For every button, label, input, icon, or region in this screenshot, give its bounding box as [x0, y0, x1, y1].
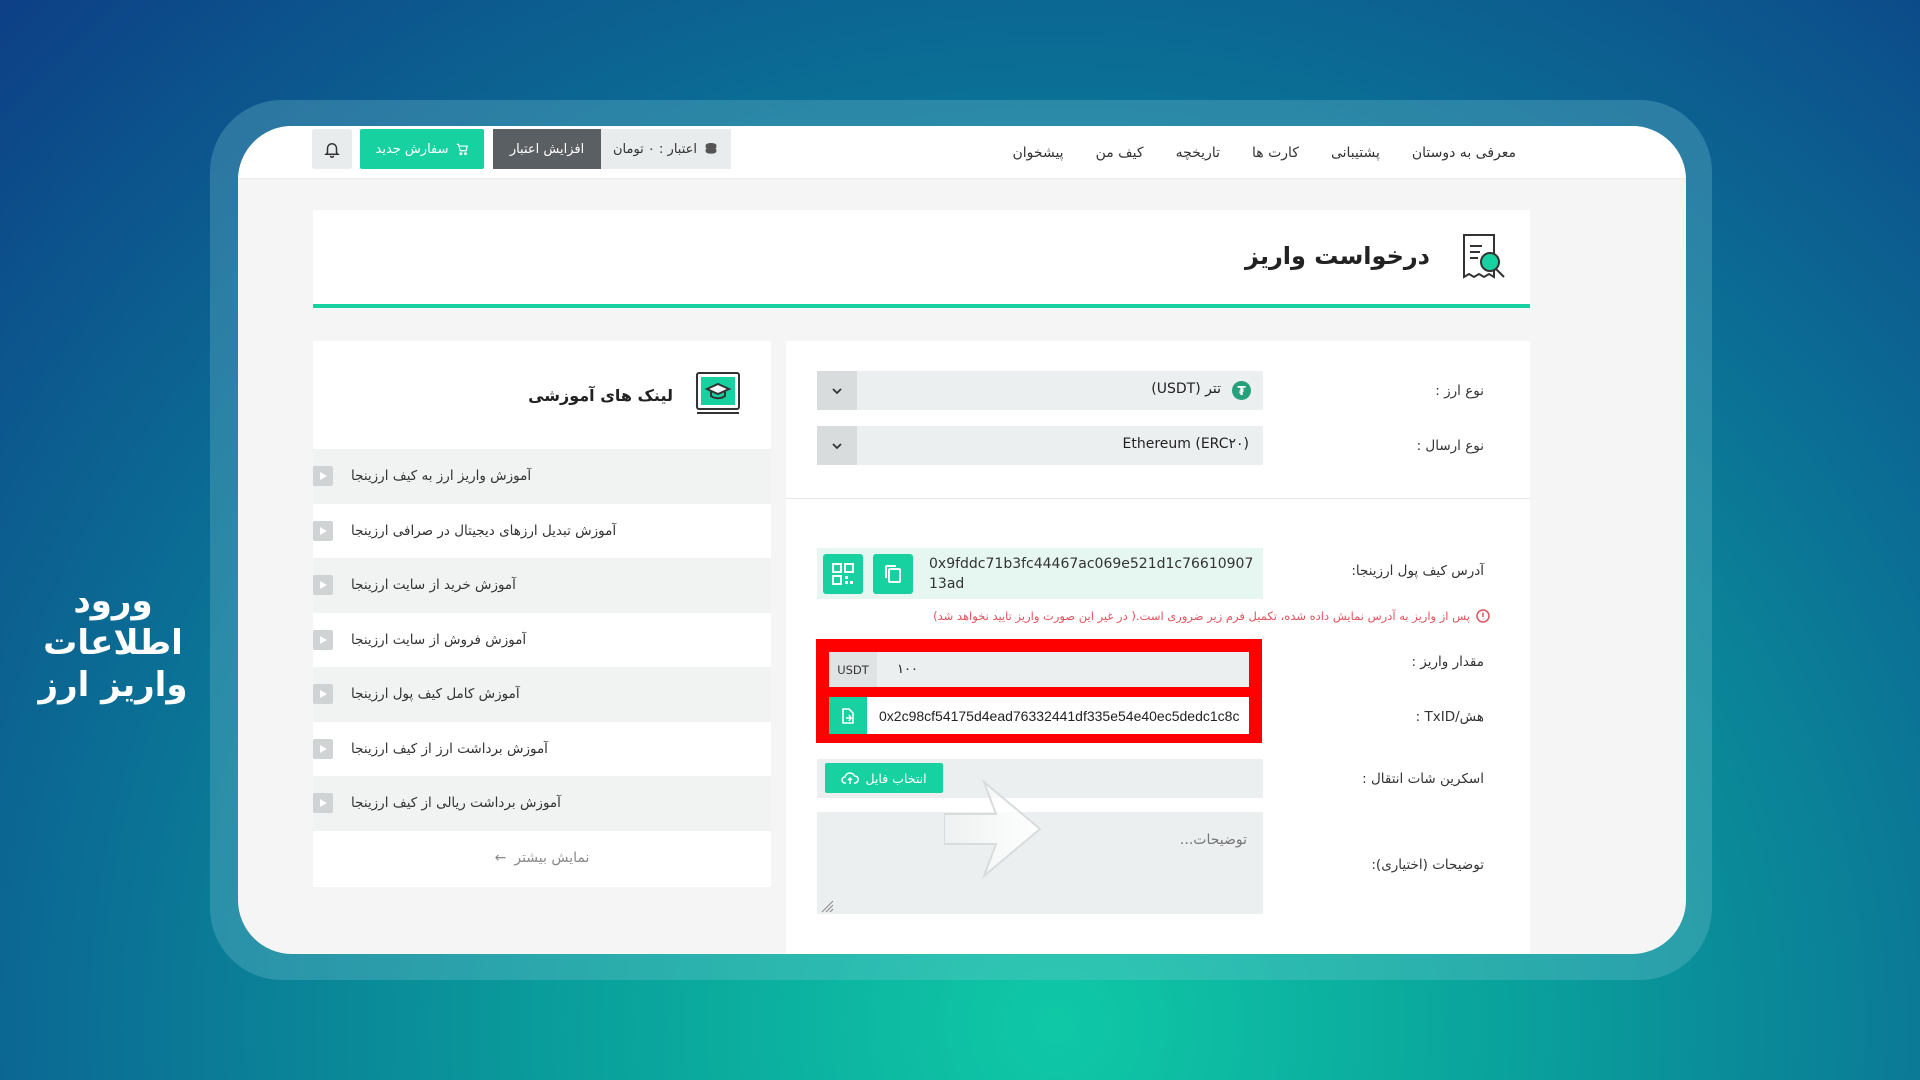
tutorial-link[interactable]: آموزش تبدیل ارزهای دیجیتال در صرافی ارزی…: [313, 504, 771, 559]
play-icon: [313, 466, 333, 487]
network-label: نوع ارسال :: [1416, 438, 1484, 454]
top-nav: پیشخوان کیف من تاریخچه کارت ها پشتیبانی …: [238, 126, 1686, 179]
tutorial-link[interactable]: آموزش خرید از سایت ارزینجا: [313, 558, 771, 613]
bell-icon: [324, 143, 340, 158]
copy-address-button[interactable]: [873, 554, 913, 594]
tutorial-links-panel: لینک های آموزشی آموزش واریز ارز به کیف ا…: [313, 341, 771, 887]
form-divider: [786, 498, 1530, 499]
cart-icon: [456, 143, 468, 156]
show-more-link[interactable]: نمایش بیشتر ←: [313, 831, 771, 885]
wallet-address-text: 0x9fddc71b3fc44467ac069e521d1c7661090713…: [929, 556, 1254, 592]
nav-referral[interactable]: معرفی به دوستان: [1412, 145, 1516, 161]
txid-label: هش/TxID :: [1415, 709, 1484, 725]
alert-circle-icon: [1476, 609, 1490, 623]
network-select[interactable]: Ethereum (ERC۲۰): [817, 426, 1263, 465]
wallet-address-box: 0x9fddc71b3fc44467ac069e521d1c7661090713…: [817, 548, 1263, 599]
txid-field: [829, 697, 1249, 734]
tether-icon: ₮: [1232, 381, 1251, 400]
paste-button[interactable]: [829, 697, 867, 734]
amount-value: ۱۰۰: [897, 662, 918, 677]
nav-wallet[interactable]: کیف من: [1096, 145, 1144, 161]
play-icon: [313, 575, 333, 596]
nav-cards[interactable]: کارت ها: [1252, 145, 1299, 161]
receipt-search-icon: [1463, 234, 1505, 279]
chevron-down-icon: [817, 426, 857, 465]
pointer-arrow-icon: [944, 778, 1042, 880]
tutorial-link-label: آموزش برداشت ریالی از کیف ارزینجا: [351, 795, 561, 812]
play-icon: [313, 629, 333, 650]
tutorial-link-label: آموزش کامل کیف پول ارزینجا: [351, 686, 520, 703]
play-icon: [313, 684, 333, 705]
increase-credit-label: افزایش اعتبار: [509, 141, 585, 157]
deposit-form: نوع ارز : ₮ تتر (USDT) نوع ارسال : Ether…: [786, 341, 1530, 954]
currency-value: تتر (USDT): [1151, 381, 1221, 397]
txid-input[interactable]: [879, 707, 1239, 724]
credit-balance-text: اعتبار : ۰ تومان: [612, 141, 698, 157]
choose-file-label: انتخاب فایل: [865, 770, 927, 786]
nav-history[interactable]: تاریخچه: [1176, 145, 1220, 161]
cloud-upload-icon: [841, 772, 860, 784]
tutorial-link[interactable]: آموزش کامل کیف پول ارزینجا: [313, 667, 771, 722]
tutorial-link-label: آموزش برداشت ارز از کیف ارزینجا: [351, 740, 548, 757]
tutorial-link-label: آموزش فروش از سایت ارزینجا: [351, 631, 527, 648]
network-value: Ethereum (ERC۲۰): [1122, 436, 1249, 452]
show-more-label: نمایش بیشتر: [514, 849, 590, 866]
amount-unit: USDT: [829, 652, 877, 687]
tutorial-links-title: لینک های آموزشی: [528, 386, 673, 405]
tutorial-link[interactable]: آموزش برداشت ریالی از کیف ارزینجا: [313, 776, 771, 831]
tutorial-link-label: آموزش خرید از سایت ارزینجا: [351, 577, 516, 594]
tutorial-link-label: آموزش واریز ارز به کیف ارزینجا: [351, 468, 532, 485]
address-label: آدرس کیف پول ارزینجا:: [1351, 563, 1484, 579]
caption-line-1: ورود اطلاعات: [43, 581, 183, 663]
currency-select[interactable]: ₮ تتر (USDT): [817, 371, 1263, 410]
play-icon: [313, 520, 333, 541]
notifications-button[interactable]: [312, 129, 352, 169]
play-icon: [313, 738, 333, 759]
graduation-cap-icon: [696, 372, 740, 414]
tutorial-links-header: لینک های آموزشی: [313, 341, 771, 449]
caption: ورود اطلاعات واریز ارز: [8, 580, 218, 706]
nav-support[interactable]: پشتیبانی: [1331, 145, 1380, 161]
screenshot-label: اسکرین شات انتقال :: [1362, 771, 1484, 787]
tutorial-link[interactable]: آموزش فروش از سایت ارزینجا: [313, 613, 771, 668]
increase-credit-button[interactable]: افزایش اعتبار: [493, 129, 601, 169]
chevron-down-icon: [817, 371, 857, 410]
tutorial-link[interactable]: آموزش واریز ارز به کیف ارزینجا: [313, 449, 771, 504]
app-window: پیشخوان کیف من تاریخچه کارت ها پشتیبانی …: [238, 126, 1686, 954]
paste-icon: [842, 707, 854, 724]
new-order-label: سفارش جدید: [375, 141, 449, 157]
page-title: درخواست واریز: [1245, 242, 1430, 270]
credit-balance: اعتبار : ۰ تومان: [601, 129, 731, 169]
tutorial-links-list: آموزش واریز ارز به کیف ارزینجا آموزش تبد…: [313, 449, 771, 831]
qr-code-button[interactable]: [823, 554, 863, 594]
deposit-warning: پس از واریز به آدرس نمایش داده شده، تکمی…: [933, 609, 1490, 623]
amount-label: مقدار واریز :: [1411, 654, 1484, 670]
qr-code-icon: [832, 563, 854, 585]
nav-links: پیشخوان کیف من تاریخچه کارت ها پشتیبانی …: [1013, 126, 1516, 179]
notes-label: توضیحات (اختیاری):: [1371, 857, 1484, 873]
caption-line-2: واریز ارز: [38, 665, 188, 705]
choose-file-button[interactable]: انتخاب فایل: [825, 763, 943, 793]
new-order-button[interactable]: سفارش جدید: [360, 129, 484, 169]
arrow-left-icon: ←: [494, 849, 507, 866]
coins-icon: [705, 143, 717, 154]
play-icon: [313, 793, 333, 814]
tutorial-link[interactable]: آموزش برداشت ارز از کیف ارزینجا: [313, 722, 771, 777]
tutorial-link-label: آموزش تبدیل ارزهای دیجیتال در صرافی ارزی…: [351, 522, 617, 539]
currency-label: نوع ارز :: [1435, 383, 1484, 399]
nav-dashboard[interactable]: پیشخوان: [1013, 145, 1064, 161]
amount-input[interactable]: USDT ۱۰۰: [829, 652, 1249, 687]
copy-icon: [885, 565, 901, 583]
page-title-card: درخواست واریز: [313, 210, 1530, 308]
highlight-box: USDT ۱۰۰: [816, 639, 1262, 743]
deposit-warning-text: پس از واریز به آدرس نمایش داده شده، تکمی…: [933, 609, 1470, 623]
resize-grip-icon[interactable]: [820, 899, 834, 913]
